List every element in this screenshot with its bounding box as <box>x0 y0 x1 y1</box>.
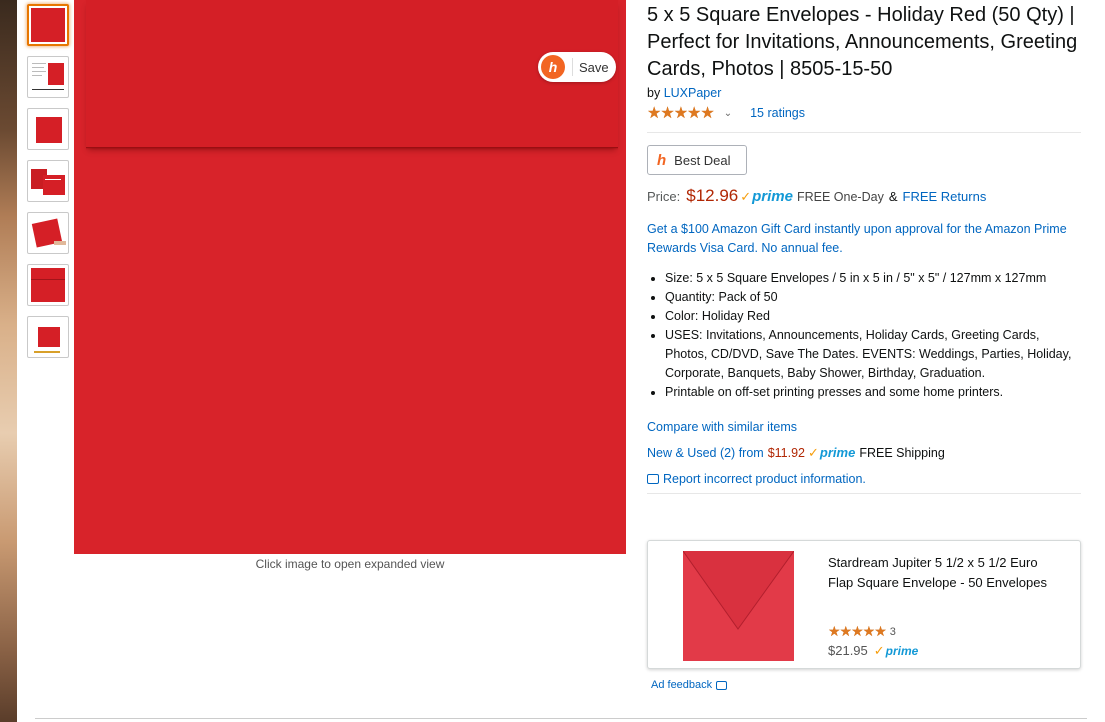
main-product-image[interactable] <box>74 0 626 554</box>
price-value: $12.96 <box>686 186 739 205</box>
envelope-flap <box>86 0 618 150</box>
ad-rating-count: 3 <box>889 625 896 638</box>
brand-link[interactable]: LUXPaper <box>664 86 722 100</box>
save-label: Save <box>579 59 609 75</box>
feature-bullets: Size: 5 x 5 Square Envelopes / 5 in x 5 … <box>647 269 1081 402</box>
honey-icon: h <box>657 151 667 169</box>
thumbnail-4[interactable] <box>27 160 69 202</box>
bullet-item: Printable on off-set printing presses an… <box>665 383 1081 402</box>
divider <box>647 493 1081 494</box>
ad-feedback-link[interactable]: Ad feedback <box>651 679 712 691</box>
ad-title[interactable]: Stardream Jupiter 5 1/2 x 5 1/2 Euro Fla… <box>828 553 1048 593</box>
honey-icon: h <box>541 55 565 79</box>
bullet-item: Color: Holiday Red <box>665 307 1081 326</box>
new-used-price: $11.92 <box>767 446 806 460</box>
star-rating-icon: ★★★★★ <box>828 623 887 639</box>
prime-badge-icon: ✓prime <box>808 445 856 460</box>
ratings-count-link[interactable]: 15 ratings <box>750 106 805 120</box>
by-label: by <box>647 86 661 100</box>
speech-bubble-icon <box>716 680 728 690</box>
best-deal-label: Best Deal <box>674 152 731 168</box>
product-details: 5 x 5 Square Envelopes - Holiday Red (50… <box>647 0 1081 494</box>
thumbnail-1[interactable] <box>27 4 69 46</box>
byline: by LUXPaper <box>647 86 1081 100</box>
ad-feedback-row: Ad feedback <box>651 679 728 691</box>
report-row: Report incorrect product information. <box>647 472 1081 486</box>
bullet-item: USES: Invitations, Announcements, Holida… <box>665 326 1081 383</box>
section-divider <box>35 718 1087 719</box>
save-button[interactable]: h Save <box>538 52 616 82</box>
promo-link[interactable]: Get a $100 Amazon Gift Card instantly up… <box>647 220 1081 258</box>
bullet-item: Size: 5 x 5 Square Envelopes / 5 in x 5 … <box>665 269 1081 288</box>
new-used-link[interactable]: New & Used (2) from <box>647 446 764 460</box>
ad-price: $21.95 <box>828 643 868 658</box>
free-shipping-text: FREE Shipping <box>859 446 945 460</box>
save-divider <box>572 58 573 76</box>
compare-link[interactable]: Compare with similar items <box>647 420 1081 434</box>
free-returns-link[interactable]: FREE Returns <box>903 189 987 204</box>
bullet-item: Quantity: Pack of 50 <box>665 288 1081 307</box>
ampersand: & <box>888 189 898 204</box>
price-label: Price: <box>647 189 681 204</box>
price-row: Price: $12.96 ✓prime FREE One-Day & FREE… <box>647 186 1081 206</box>
divider <box>647 132 1081 133</box>
prime-badge-icon: ✓prime <box>740 188 793 205</box>
thumbnail-5[interactable] <box>27 212 69 254</box>
product-title: 5 x 5 Square Envelopes - Holiday Red (50… <box>647 4 1078 80</box>
thumbnail-2[interactable] <box>27 56 69 98</box>
thumbnail-6[interactable] <box>27 264 69 306</box>
thumbnail-7[interactable] <box>27 316 69 358</box>
star-rating-icon[interactable]: ★★★★★ <box>647 103 715 123</box>
ad-rating-row: ★★★★★ 3 <box>828 623 896 640</box>
best-deal-button[interactable]: h Best Deal <box>647 145 747 175</box>
speech-bubble-icon <box>647 474 659 484</box>
rating-row: ★★★★★ ⌄ 15 ratings <box>647 103 1081 123</box>
report-link[interactable]: Report incorrect product information. <box>663 472 866 486</box>
ad-price-row: $21.95 ✓prime <box>828 643 918 659</box>
sponsored-ad-card[interactable]: Stardream Jupiter 5 1/2 x 5 1/2 Euro Fla… <box>647 540 1081 669</box>
chevron-down-icon[interactable]: ⌄ <box>724 108 732 119</box>
thumbnail-strip <box>27 4 69 368</box>
new-used-row: New & Used (2) from $11.92 ✓prime FREE S… <box>647 445 1081 461</box>
free-delivery-text: FREE One-Day <box>797 190 884 204</box>
image-caption: Click image to open expanded view <box>255 557 445 571</box>
thumbnail-3[interactable] <box>27 108 69 150</box>
prime-badge-icon: ✓prime <box>873 643 919 658</box>
ad-product-image[interactable] <box>683 551 794 661</box>
desktop-background-strip <box>0 0 17 722</box>
